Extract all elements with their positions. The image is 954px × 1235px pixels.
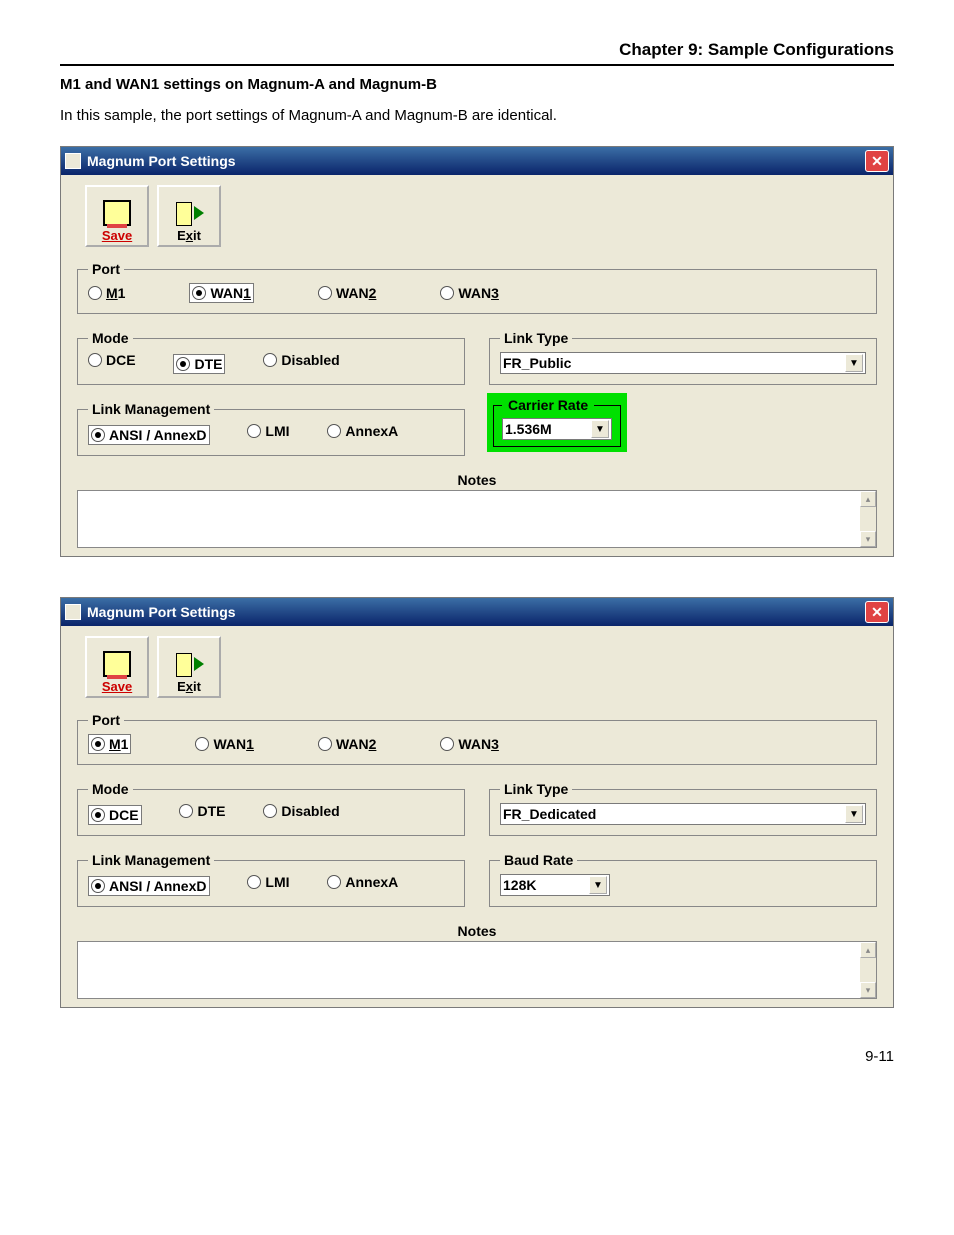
link-type-select[interactable]: FR_Public▼: [500, 352, 866, 374]
carrier-rate-select[interactable]: 1.536M▼: [502, 418, 612, 440]
dropdown-icon: ▼: [591, 420, 609, 438]
carrier-rate-group: Carrier Rate 1.536M▼: [493, 396, 621, 447]
app-icon: [65, 604, 81, 620]
exit-label: Exit: [177, 679, 201, 694]
scroll-up-icon[interactable]: ▴: [860, 942, 876, 958]
radio-m1[interactable]: M1: [88, 734, 131, 754]
chapter-title: Chapter 9: Sample Configurations: [60, 40, 894, 60]
scrollbar[interactable]: ▴▾: [860, 491, 876, 547]
mode-legend: Mode: [88, 781, 133, 797]
link-type-legend: Link Type: [500, 330, 572, 346]
radio-m1[interactable]: M1: [88, 285, 125, 301]
dropdown-icon: ▼: [845, 354, 863, 372]
toolbar: Save Exit: [85, 636, 879, 698]
dropdown-icon: ▼: [845, 805, 863, 823]
radio-dce[interactable]: DCE: [88, 805, 142, 825]
radio-dte[interactable]: DTE: [173, 354, 225, 374]
exit-button[interactable]: Exit: [157, 185, 221, 247]
port-legend: Port: [88, 261, 124, 277]
exit-button[interactable]: Exit: [157, 636, 221, 698]
link-type-legend: Link Type: [500, 781, 572, 797]
save-label: Save: [102, 679, 132, 694]
baud-rate-group: Baud Rate 128K▼: [489, 852, 877, 907]
scroll-down-icon[interactable]: ▾: [860, 982, 876, 998]
radio-wan3[interactable]: WAN3: [440, 736, 498, 752]
radio-ansi[interactable]: ANSI / AnnexD: [88, 876, 210, 896]
radio-dce[interactable]: DCE: [88, 352, 136, 368]
scrollbar[interactable]: ▴▾: [860, 942, 876, 998]
scroll-down-icon[interactable]: ▾: [860, 531, 876, 547]
radio-wan1[interactable]: WAN1: [195, 736, 253, 752]
exit-icon: [176, 202, 202, 224]
link-type-group: Link Type FR_Dedicated▼: [489, 781, 877, 836]
radio-annexa[interactable]: AnnexA: [327, 423, 398, 439]
save-button[interactable]: Save: [85, 636, 149, 698]
radio-wan3[interactable]: WAN3: [440, 285, 498, 301]
exit-icon: [176, 653, 202, 675]
window-magnum-port-settings-2: Magnum Port Settings ✕ Save Exit Port M1…: [60, 597, 894, 1008]
subheading: M1 and WAN1 settings on Magnum-A and Mag…: [60, 76, 894, 93]
port-legend: Port: [88, 712, 124, 728]
radio-lmi[interactable]: LMI: [247, 423, 289, 439]
link-type-select[interactable]: FR_Dedicated▼: [500, 803, 866, 825]
divider: [60, 64, 894, 66]
radio-annexa[interactable]: AnnexA: [327, 874, 398, 890]
link-management-legend: Link Management: [88, 401, 214, 417]
window-magnum-port-settings-1: Magnum Port Settings ✕ Save Exit Port M1…: [60, 146, 894, 557]
baud-rate-select[interactable]: 128K▼: [500, 874, 610, 896]
save-icon: [103, 651, 131, 677]
radio-wan1[interactable]: WAN1: [189, 283, 253, 303]
carrier-rate-legend: Carrier Rate: [502, 396, 594, 414]
radio-disabled[interactable]: Disabled: [263, 803, 339, 819]
notes-label: Notes: [75, 472, 879, 488]
radio-wan2[interactable]: WAN2: [318, 736, 376, 752]
titlebar: Magnum Port Settings ✕: [61, 147, 893, 175]
save-icon: [103, 200, 131, 226]
window-title: Magnum Port Settings: [87, 153, 236, 169]
toolbar: Save Exit: [85, 185, 879, 247]
notes-label: Notes: [75, 923, 879, 939]
intro-paragraph: In this sample, the port settings of Mag…: [60, 107, 894, 124]
save-button[interactable]: Save: [85, 185, 149, 247]
baud-rate-legend: Baud Rate: [500, 852, 577, 868]
notes-textarea[interactable]: ▴▾: [77, 490, 877, 548]
radio-ansi[interactable]: ANSI / AnnexD: [88, 425, 210, 445]
link-management-group: Link Management ANSI / AnnexD LMI AnnexA: [77, 401, 465, 456]
mode-legend: Mode: [88, 330, 133, 346]
titlebar: Magnum Port Settings ✕: [61, 598, 893, 626]
port-group: Port M1 WAN1 WAN2 WAN3: [77, 712, 877, 765]
page-number: 9-11: [60, 1048, 894, 1065]
app-icon: [65, 153, 81, 169]
window-title: Magnum Port Settings: [87, 604, 236, 620]
radio-wan2[interactable]: WAN2: [318, 285, 376, 301]
link-management-legend: Link Management: [88, 852, 214, 868]
carrier-rate-highlight: Carrier Rate 1.536M▼: [487, 393, 627, 452]
link-management-group: Link Management ANSI / AnnexD LMI AnnexA: [77, 852, 465, 907]
mode-group: Mode DCE DTE Disabled: [77, 781, 465, 836]
mode-group: Mode DCE DTE Disabled: [77, 330, 465, 385]
link-type-group: Link Type FR_Public▼: [489, 330, 877, 385]
radio-dte[interactable]: DTE: [179, 803, 225, 819]
save-label: Save: [102, 228, 132, 243]
close-button[interactable]: ✕: [865, 150, 889, 172]
port-group: Port M1 WAN1 WAN2 WAN3: [77, 261, 877, 314]
scroll-up-icon[interactable]: ▴: [860, 491, 876, 507]
radio-disabled[interactable]: Disabled: [263, 352, 339, 368]
close-button[interactable]: ✕: [865, 601, 889, 623]
exit-label: Exit: [177, 228, 201, 243]
notes-textarea[interactable]: ▴▾: [77, 941, 877, 999]
dropdown-icon: ▼: [589, 876, 607, 894]
radio-lmi[interactable]: LMI: [247, 874, 289, 890]
